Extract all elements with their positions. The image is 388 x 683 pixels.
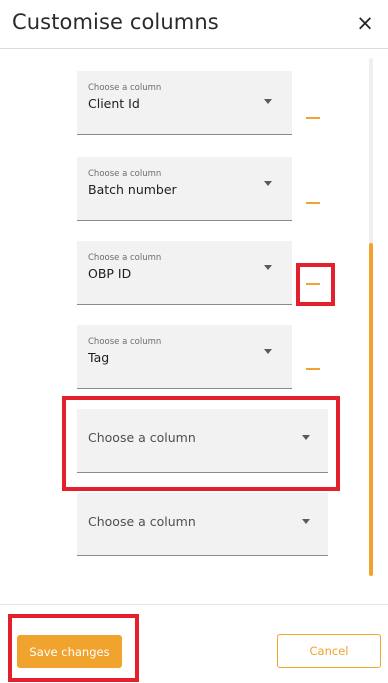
- dialog-title: Customise columns: [12, 10, 219, 34]
- chevron-down-icon: [264, 265, 272, 270]
- field-value: Tag: [88, 350, 110, 365]
- field-label: Choose a column: [88, 83, 162, 93]
- chevron-down-icon: [302, 435, 310, 440]
- close-icon[interactable]: ×: [356, 12, 374, 34]
- column-select-tag[interactable]: Choose a column Tag: [77, 325, 292, 389]
- field-label: Choose a column: [88, 169, 162, 179]
- chevron-down-icon: [302, 519, 310, 524]
- chevron-down-icon: [264, 181, 272, 186]
- remove-column-obp-id-button[interactable]: [305, 277, 321, 291]
- cancel-button[interactable]: Cancel: [277, 634, 381, 668]
- field-value: Batch number: [88, 182, 177, 197]
- save-changes-button[interactable]: Save changes: [17, 635, 122, 668]
- column-select-obp-id[interactable]: Choose a column OBP ID: [77, 241, 292, 305]
- remove-column-client-id-button[interactable]: [305, 111, 321, 125]
- remove-column-tag-button[interactable]: [305, 362, 321, 376]
- remove-column-batch-number-button[interactable]: [305, 196, 321, 210]
- minus-icon: [306, 202, 320, 204]
- header-divider: [0, 48, 388, 49]
- field-value: Client Id: [88, 96, 140, 111]
- field-placeholder: Choose a column: [88, 514, 196, 529]
- chevron-down-icon: [264, 349, 272, 354]
- field-placeholder: Choose a column: [88, 430, 196, 445]
- footer-divider: [0, 604, 388, 605]
- minus-icon: [306, 368, 320, 370]
- column-select-empty[interactable]: Choose a column: [77, 409, 328, 473]
- column-select-batch-number[interactable]: Choose a column Batch number: [77, 157, 292, 221]
- chevron-down-icon: [264, 99, 272, 104]
- column-select-empty[interactable]: Choose a column: [77, 493, 328, 556]
- field-label: Choose a column: [88, 253, 162, 263]
- scrollbar-thumb[interactable]: [369, 243, 373, 576]
- field-value: OBP ID: [88, 266, 132, 281]
- minus-icon: [306, 117, 320, 119]
- field-label: Choose a column: [88, 337, 162, 347]
- column-select-client-id[interactable]: Choose a column Client Id: [77, 71, 292, 135]
- minus-icon: [306, 283, 320, 285]
